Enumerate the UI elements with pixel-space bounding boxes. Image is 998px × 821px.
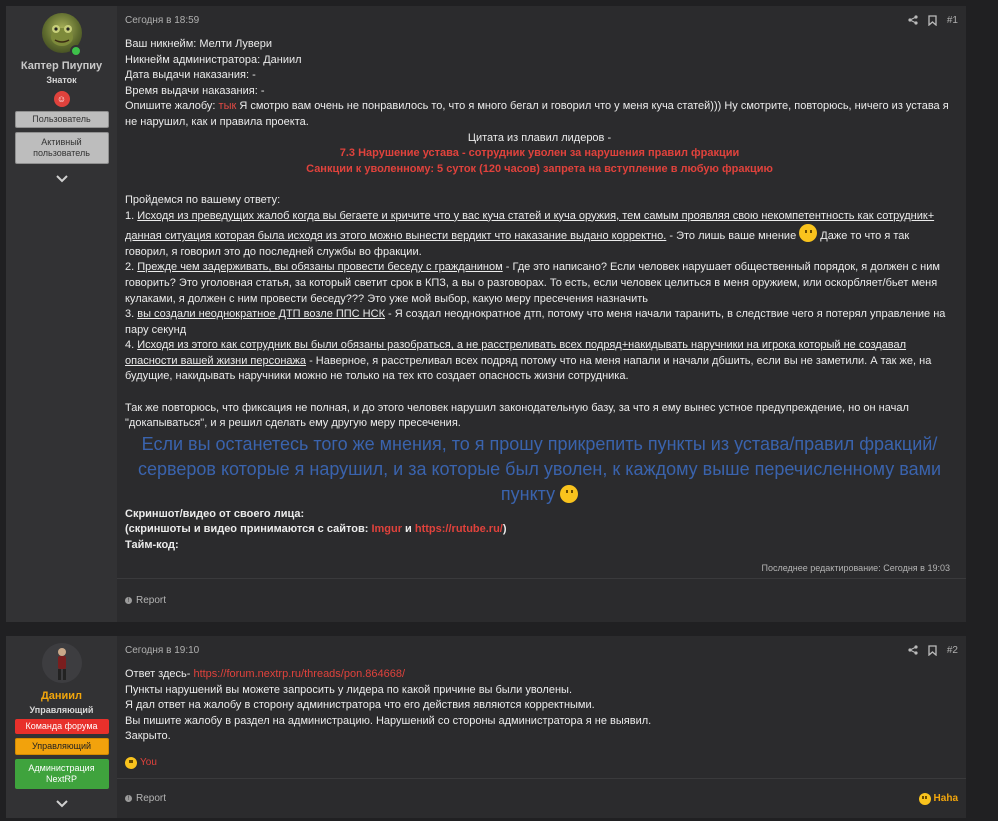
text-span: Опишите жалобу: xyxy=(125,100,219,113)
info-icon: ! xyxy=(125,597,132,604)
imgur-link[interactable]: Imgur xyxy=(371,523,402,535)
reaction-summary[interactable]: You xyxy=(125,755,954,771)
info-icon: ! xyxy=(125,795,132,802)
username[interactable]: Даниил xyxy=(41,690,82,702)
last-edited: Последнее редактирование: Сегодня в 19:0… xyxy=(761,563,950,573)
user-title: Знаток xyxy=(46,75,77,85)
text-span: (скриншоты и видео принимаются с сайтов: xyxy=(125,523,372,536)
smile-emoji-icon xyxy=(560,484,579,503)
role-badge-active: Активный пользователь xyxy=(14,132,109,164)
post-time[interactable]: Сегодня в 18:59 xyxy=(125,15,199,26)
text-line: Дата выдачи наказания: - xyxy=(125,69,256,82)
big-request: Если вы останетесь того же мнения, то я … xyxy=(125,432,954,507)
post-footer: ! Report xyxy=(117,578,966,622)
username[interactable]: Каптер Пиупиу xyxy=(21,60,102,72)
tyk-link[interactable]: тык xyxy=(219,100,237,112)
message-cell: Сегодня в 19:10 #2 Ответ здесь- https://… xyxy=(117,636,966,818)
text-line: Пункты нарушений вы можете запросить у л… xyxy=(125,683,572,696)
message-body: Ответ здесь- https://forum.nextrp.ru/thr… xyxy=(125,667,966,771)
text-span: 1. xyxy=(125,209,138,222)
text-span: 3. xyxy=(125,308,138,321)
avatar[interactable] xyxy=(41,643,82,683)
reaction-users: You xyxy=(140,756,157,768)
smile-emoji-icon xyxy=(799,224,818,243)
laugh-emoji-icon xyxy=(125,756,137,769)
text-span: вы создали неоднократное ДТП возле ППС Н… xyxy=(137,308,385,321)
report-label: Report xyxy=(136,793,167,804)
text-span: Если вы останетесь того же мнения, то я … xyxy=(137,433,942,504)
user-cell: Каптер Пиупиу Знаток ☺ Пользователь Акти… xyxy=(6,6,117,622)
report-button[interactable]: ! Report xyxy=(125,595,166,606)
screenshot-label: Скриншот/видео от своего лица: xyxy=(125,507,305,520)
thread-link[interactable]: https://forum.nextrp.ru/threads/pon.8646… xyxy=(193,668,405,680)
share-icon[interactable] xyxy=(908,645,918,655)
intro-line: Пройдемся по вашему ответу: xyxy=(125,193,281,206)
chevron-down-icon[interactable] xyxy=(55,172,68,186)
rutube-link[interactable]: https://rutube.ru/ xyxy=(415,523,503,535)
quote-title: Цитата из плавил лидеров - xyxy=(467,131,612,144)
point-3: 3. вы создали неоднократное ДТП возле ПП… xyxy=(125,307,954,338)
complaint-paragraph: Опишите жалобу: тык Я смотрю вам очень н… xyxy=(125,99,954,130)
online-indicator xyxy=(70,45,82,57)
text-line: Закрыто. xyxy=(125,730,171,743)
text-span: 2. xyxy=(125,261,138,274)
role-badge-manager: Управляющий xyxy=(14,738,109,755)
report-button[interactable]: ! Report xyxy=(125,793,166,804)
text-span: Ответ здесь- xyxy=(125,668,194,680)
post-time[interactable]: Сегодня в 19:10 xyxy=(125,645,199,656)
timecode-label: Тайм-код: xyxy=(125,539,179,552)
character-figure-icon xyxy=(57,648,66,680)
text-line: Вы пишите жалобу в раздел на администрац… xyxy=(125,714,652,727)
point-4: 4. Исходя из этого как сотрудник вы были… xyxy=(125,338,954,385)
text-line: Я дал ответ на жалобу в сторону админист… xyxy=(125,699,595,712)
message-body: Ваш никнейм: Мелти Лувери Никнейм админи… xyxy=(125,37,966,554)
user-title: Управляющий xyxy=(29,705,94,715)
text-span: 4. xyxy=(125,339,138,352)
role-badge-forum-team: Команда форума xyxy=(14,719,109,734)
screenshot-sites: (скриншоты и видео принимаются с сайтов:… xyxy=(125,522,954,538)
bookmark-icon[interactable] xyxy=(928,14,937,26)
post-1: Каптер Пиупиу Знаток ☺ Пользователь Акти… xyxy=(6,6,966,622)
haha-reaction-button[interactable]: Haha xyxy=(918,792,958,805)
post-2: Даниил Управляющий Команда форума Управл… xyxy=(6,636,966,818)
text-span: Я смотрю вам очень не понравилось то, чт… xyxy=(125,100,949,128)
chevron-down-icon[interactable] xyxy=(55,797,68,811)
role-badge-user: Пользователь xyxy=(14,111,109,128)
text-span: ) xyxy=(502,523,507,536)
post-number[interactable]: #1 xyxy=(947,15,958,26)
post-number[interactable]: #2 xyxy=(947,645,958,656)
quote-rule-2: Санкции к уволенному: 5 суток (120 часов… xyxy=(306,162,773,175)
quote-rule-1: 7.3 Нарушение устава - сотрудник уволен … xyxy=(339,147,740,160)
text-span: Прежде чем задерживать, вы обязаны прове… xyxy=(137,261,503,274)
answer-line: Ответ здесь- https://forum.nextrp.ru/thr… xyxy=(125,667,954,683)
user-cell: Даниил Управляющий Команда форума Управл… xyxy=(6,636,117,818)
post-footer: ! Report Haha xyxy=(117,778,966,818)
message-header: Сегодня в 19:10 #2 xyxy=(125,643,966,657)
point-2: 2. Прежде чем задерживать, вы обязаны пр… xyxy=(125,260,954,307)
message-header: Сегодня в 18:59 #1 xyxy=(125,13,966,27)
report-label: Report xyxy=(136,595,167,606)
text-span: - Это лишь ваше мнение xyxy=(666,230,800,243)
laugh-emoji-icon xyxy=(918,792,931,805)
text-line: Ваш никнейм: Мелти Лувери xyxy=(125,38,273,50)
bookmark-icon[interactable] xyxy=(928,644,937,656)
point-1: 1. Исходя из преведущих жалоб когда вы б… xyxy=(125,209,954,261)
share-icon[interactable] xyxy=(908,15,918,25)
award-icon[interactable]: ☺ xyxy=(53,91,70,107)
reaction-label: Haha xyxy=(933,793,958,804)
role-badge-administration: Администрация NextRP xyxy=(14,759,109,789)
text-line: Никнейм администратора: Даниил xyxy=(125,53,302,66)
text-line: Время выдачи наказания: - xyxy=(125,84,265,97)
message-cell: Сегодня в 18:59 #1 Ваш никнейм: Мелти Лу… xyxy=(117,6,966,622)
text-span: и xyxy=(402,523,415,536)
paragraph-2: Так же повторюсь, что фиксация не полная… xyxy=(125,401,909,430)
